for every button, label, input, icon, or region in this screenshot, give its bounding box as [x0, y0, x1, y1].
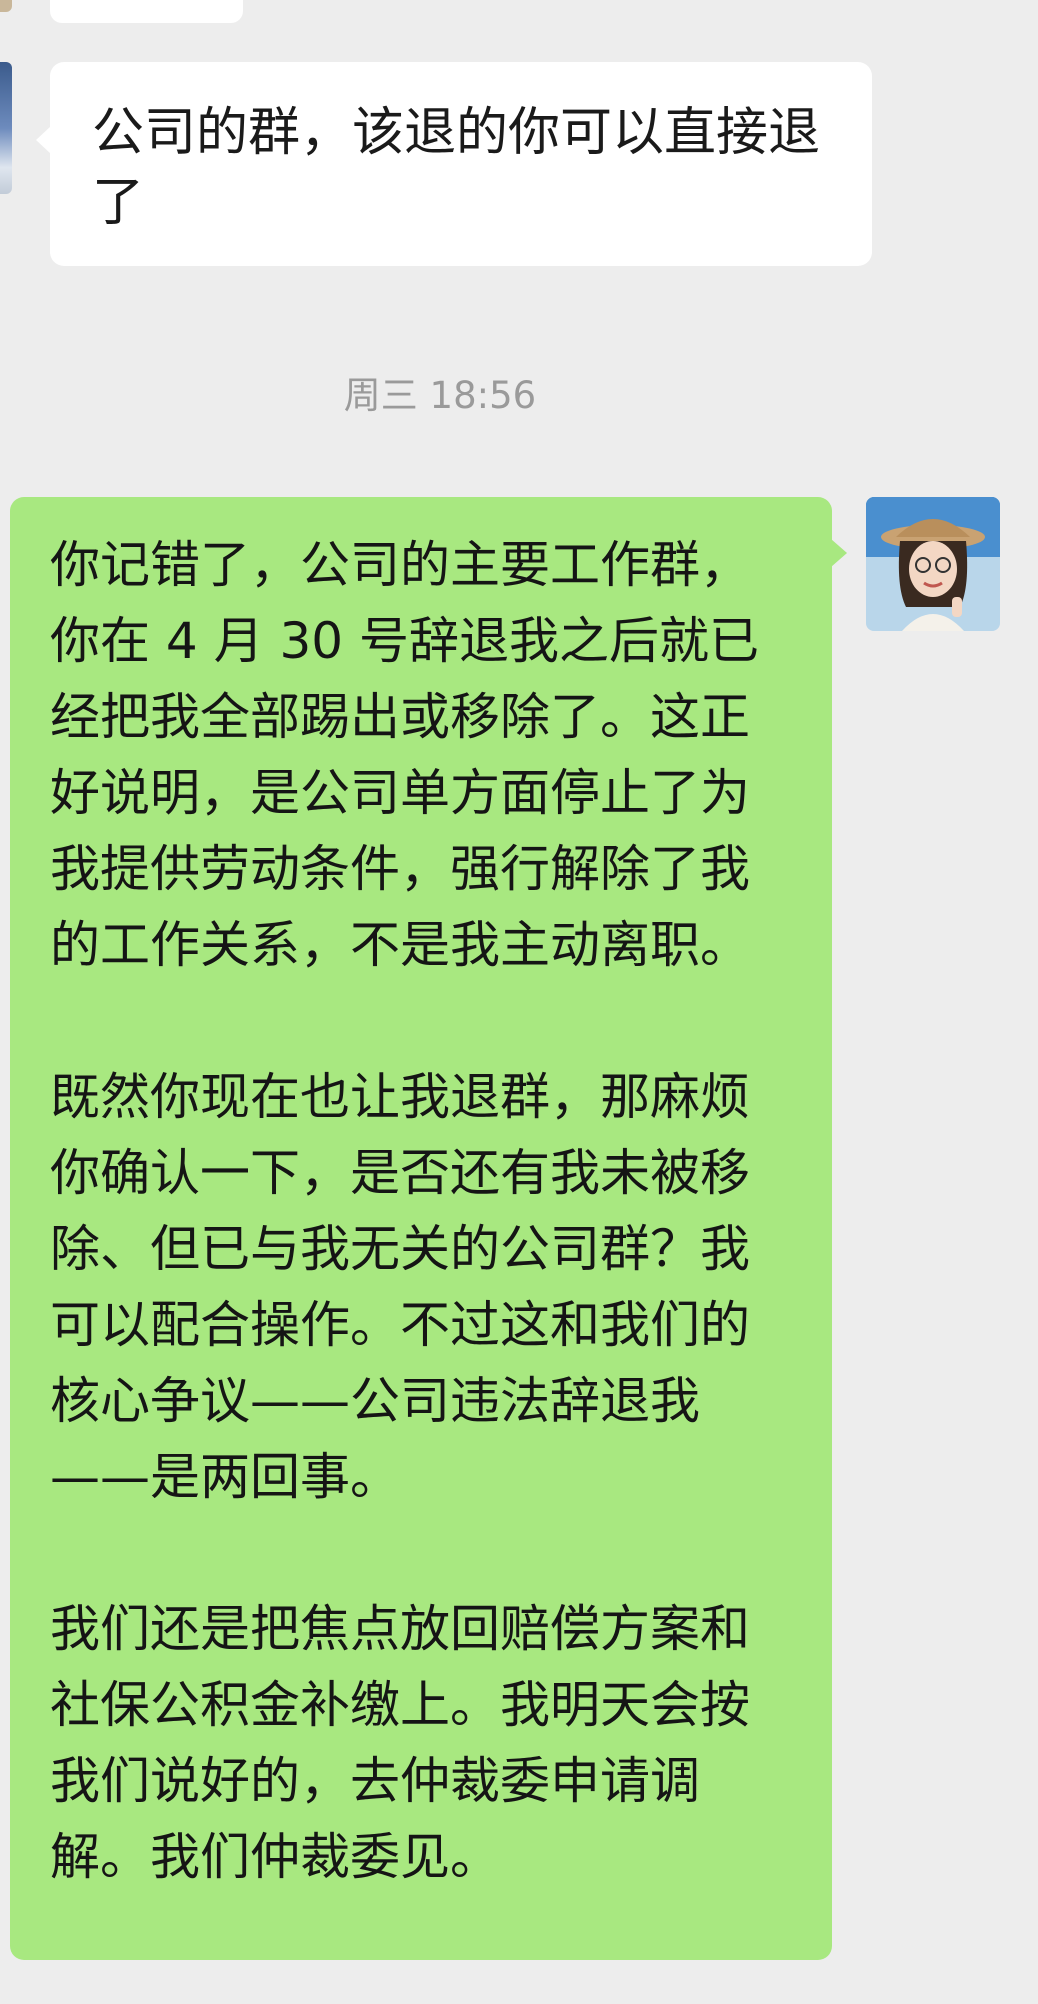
- message-paragraph-1: 你记错了，公司的主要工作群，你在 4 月 30 号辞退我之后就已经把我全部踢出或…: [50, 536, 760, 974]
- incoming-message-bubble[interactable]: 公司的群，该退的你可以直接退了: [36, 62, 872, 266]
- user-avatar-photo-icon: [866, 497, 1000, 631]
- user-avatar[interactable]: [866, 497, 1000, 631]
- message-timestamp: 周三 18:56: [343, 374, 537, 417]
- contact-avatar[interactable]: [0, 62, 12, 194]
- message-paragraph-2: 既然你现在也让我退群，那麻烦你确认一下，是否还有我未被移除、但已与我无关的公司群…: [50, 1068, 750, 1506]
- message-paragraph-3: 我们还是把焦点放回赔偿方案和社保公积金补缴上。我明天会按我们说好的，去仲裁委申请…: [50, 1600, 750, 1886]
- incoming-message-text: 公司的群，该退的你可以直接退了: [92, 103, 821, 233]
- previous-contact-avatar[interactable]: [0, 0, 12, 12]
- outgoing-message-bubble[interactable]: 你记错了，公司的主要工作群，你在 4 月 30 号辞退我之后就已经把我全部踢出或…: [10, 497, 847, 1960]
- previous-message-bubble[interactable]: [50, 0, 243, 23]
